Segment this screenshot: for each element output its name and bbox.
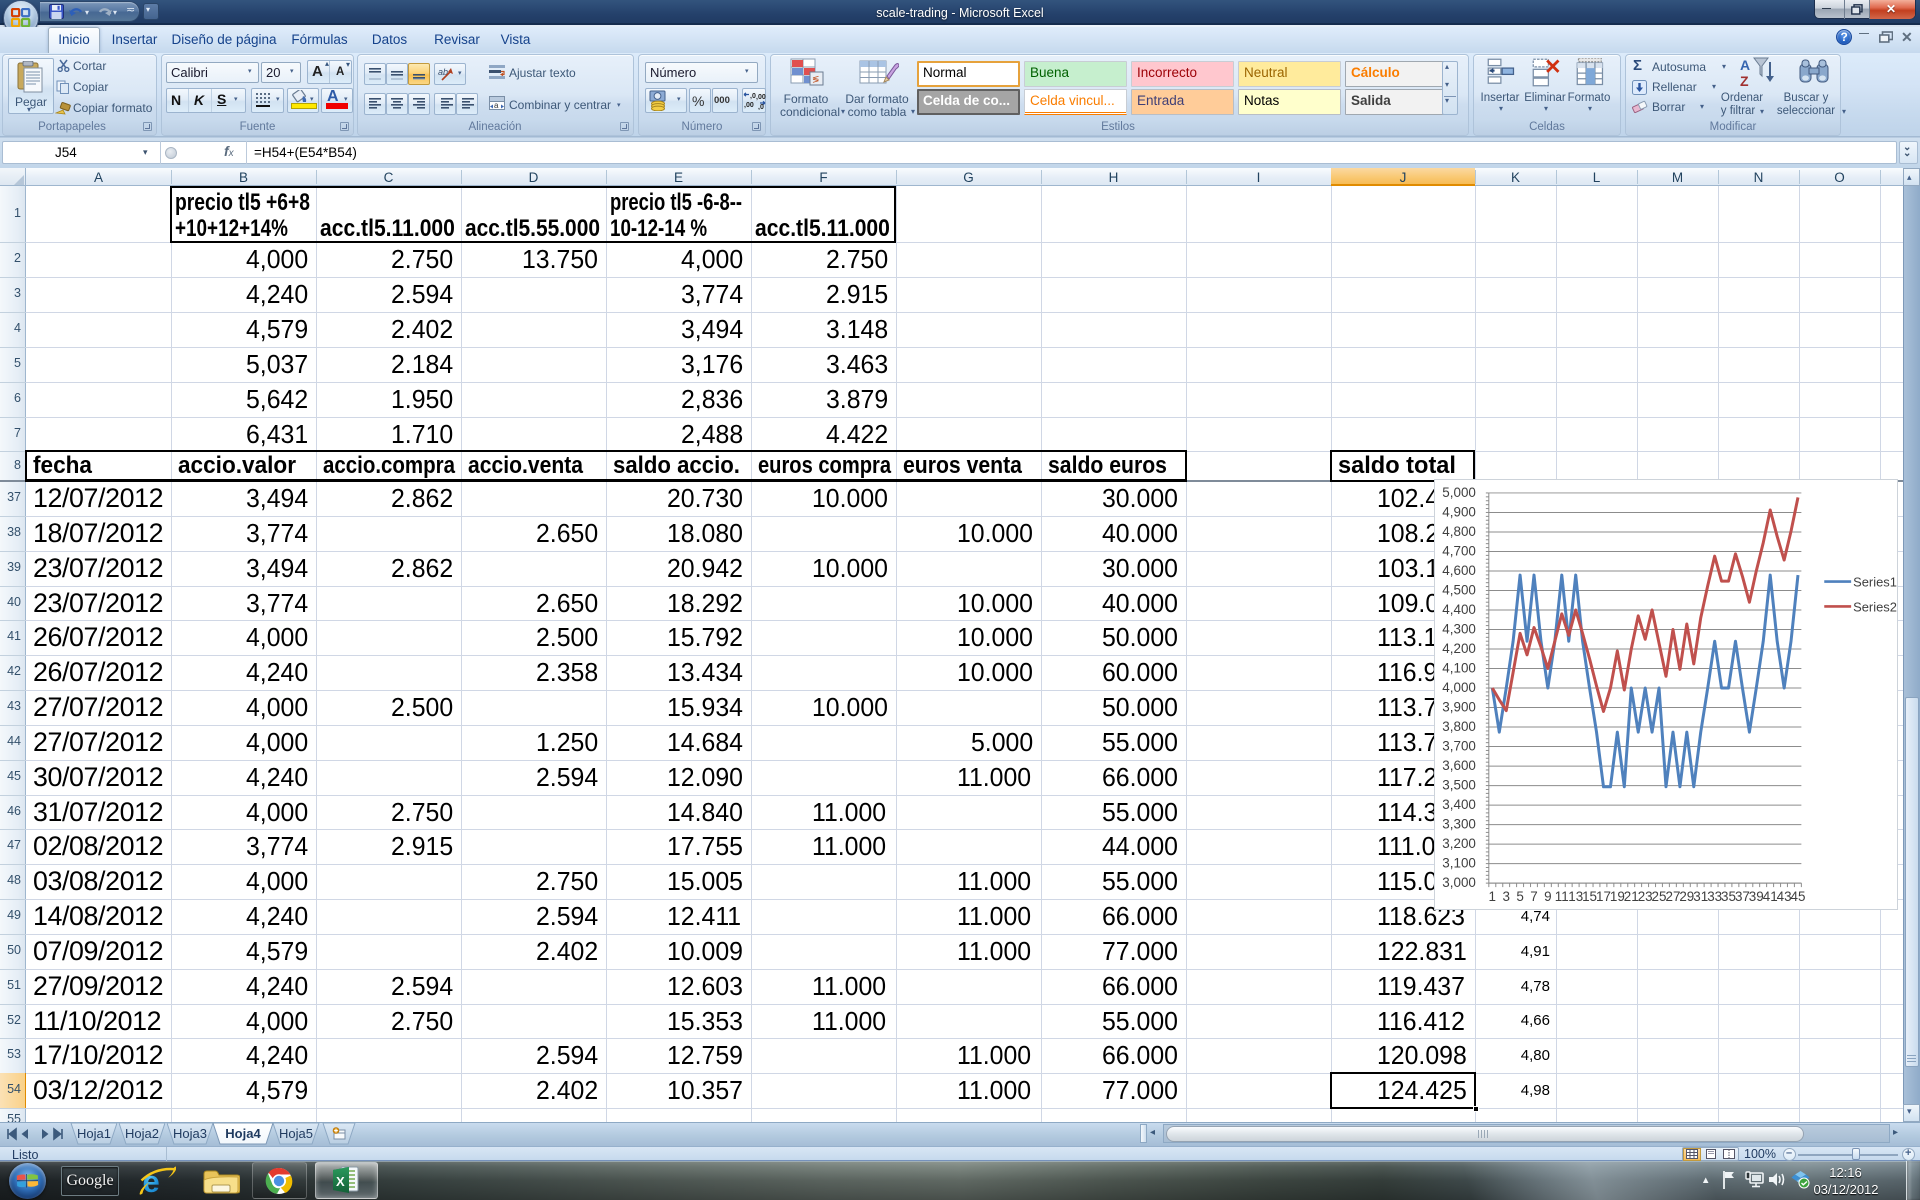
svg-text:3: 3 bbox=[1503, 889, 1510, 904]
svg-text:4,300: 4,300 bbox=[1442, 621, 1476, 636]
svg-text:35: 35 bbox=[1721, 889, 1736, 904]
svg-text:4,400: 4,400 bbox=[1442, 602, 1476, 617]
svg-text:27: 27 bbox=[1665, 889, 1680, 904]
svg-text:e: e bbox=[143, 1164, 160, 1198]
svg-text:3,700: 3,700 bbox=[1442, 739, 1476, 754]
svg-text:3,400: 3,400 bbox=[1442, 797, 1476, 812]
svg-text:13: 13 bbox=[1568, 889, 1583, 904]
svg-text:41: 41 bbox=[1763, 889, 1778, 904]
svg-text:,0: ,0 bbox=[758, 104, 764, 110]
svg-text:25: 25 bbox=[1652, 889, 1667, 904]
svg-text:4,600: 4,600 bbox=[1442, 563, 1476, 578]
svg-text:11: 11 bbox=[1555, 889, 1569, 904]
svg-text:3,800: 3,800 bbox=[1442, 719, 1476, 734]
svg-text:X: X bbox=[336, 1174, 345, 1189]
svg-text:4,700: 4,700 bbox=[1442, 543, 1476, 558]
svg-text:5: 5 bbox=[1516, 889, 1523, 904]
svg-text:3,200: 3,200 bbox=[1442, 836, 1476, 851]
svg-text:,00: ,00 bbox=[756, 94, 766, 101]
svg-text:7: 7 bbox=[1530, 889, 1537, 904]
svg-text:29: 29 bbox=[1679, 889, 1694, 904]
svg-text:3,100: 3,100 bbox=[1442, 856, 1476, 871]
svg-text:21: 21 bbox=[1624, 889, 1639, 904]
svg-text:,00: ,00 bbox=[744, 102, 754, 109]
svg-text:3,000: 3,000 bbox=[1442, 875, 1476, 890]
svg-text:3,900: 3,900 bbox=[1442, 700, 1476, 715]
svg-text:37: 37 bbox=[1735, 889, 1750, 904]
svg-text:31: 31 bbox=[1693, 889, 1708, 904]
svg-text:5,000: 5,000 bbox=[1442, 485, 1476, 500]
svg-text:1: 1 bbox=[1489, 889, 1496, 904]
svg-text:3,600: 3,600 bbox=[1442, 758, 1476, 773]
svg-text:17: 17 bbox=[1596, 889, 1611, 904]
svg-text:23: 23 bbox=[1638, 889, 1653, 904]
svg-text:4,000: 4,000 bbox=[1442, 680, 1476, 695]
svg-text:4,900: 4,900 bbox=[1442, 504, 1476, 519]
svg-text:a: a bbox=[494, 101, 499, 110]
svg-text:Series1: Series1 bbox=[1853, 575, 1897, 590]
svg-text:19: 19 bbox=[1610, 889, 1625, 904]
svg-text:15: 15 bbox=[1582, 889, 1597, 904]
svg-text:3,500: 3,500 bbox=[1442, 778, 1476, 793]
svg-text:39: 39 bbox=[1749, 889, 1764, 904]
svg-text:4,100: 4,100 bbox=[1442, 661, 1476, 676]
svg-text:33: 33 bbox=[1707, 889, 1722, 904]
svg-text:4,500: 4,500 bbox=[1442, 582, 1476, 597]
svg-text:43: 43 bbox=[1777, 889, 1792, 904]
svg-text:Z: Z bbox=[1740, 73, 1749, 89]
svg-text:45: 45 bbox=[1791, 889, 1806, 904]
svg-text:4,200: 4,200 bbox=[1442, 641, 1476, 656]
svg-text:≶: ≶ bbox=[812, 74, 820, 84]
svg-text:9: 9 bbox=[1544, 889, 1551, 904]
svg-text:A: A bbox=[1740, 57, 1750, 73]
svg-text:4,800: 4,800 bbox=[1442, 524, 1476, 539]
svg-text:3,300: 3,300 bbox=[1442, 817, 1476, 832]
svg-text:Series2: Series2 bbox=[1853, 599, 1897, 614]
